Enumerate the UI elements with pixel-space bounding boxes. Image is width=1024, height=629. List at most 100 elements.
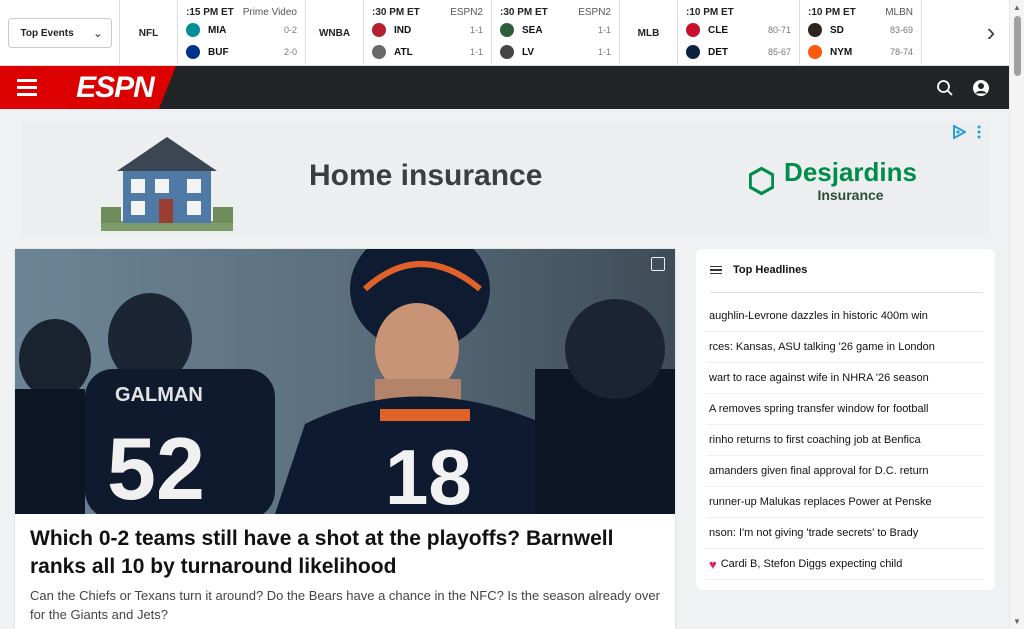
back-name-text: GALMAN: [115, 384, 203, 406]
team-logo-icon: [500, 23, 514, 37]
team-abbr: MIA: [208, 24, 227, 36]
chevron-down-icon: ⌄: [93, 27, 103, 40]
ad-choices[interactable]: [952, 125, 982, 139]
jersey-number-text: 18: [385, 433, 472, 514]
events-filter: Top Events ⌄: [0, 0, 120, 66]
top-events-label: Top Events: [20, 27, 74, 39]
scoreboard-strip: Top Events ⌄ NFL :15 PM ET Prime Video MI…: [0, 0, 1009, 66]
game-card[interactable]: :30 PM ET ESPN2 SEA 1-1 LV 1-1: [492, 0, 620, 66]
back-number-text: 52: [107, 419, 205, 514]
league-label: WNBA: [318, 27, 351, 39]
user-icon: [973, 79, 989, 96]
league-mlb[interactable]: MLB: [620, 0, 678, 66]
hero-description: Can the Chiefs or Texans turn it around?…: [30, 588, 660, 622]
logo-text: ESPN: [76, 70, 155, 104]
game-network: ESPN2: [578, 6, 611, 18]
house-illustration: [101, 137, 233, 231]
hero-photo: GALMAN 52 18: [15, 249, 675, 514]
headline-item[interactable]: wart to race against wife in NHRA '26 se…: [706, 363, 984, 394]
scroll-up-icon[interactable]: ▲: [1013, 3, 1021, 12]
headline-item[interactable]: A removes spring transfer window for foo…: [706, 394, 984, 425]
team-record: 78-74: [889, 47, 913, 57]
ad-brand: Desjardins Insurance: [749, 151, 917, 211]
game-network: MLBN: [885, 6, 913, 18]
chevron-right-icon: ›: [986, 17, 996, 47]
headline-item[interactable]: rinho returns to first coaching job at B…: [706, 425, 984, 456]
scrollbar-thumb[interactable]: [1014, 16, 1021, 76]
game-time: :15 PM ET: [186, 6, 234, 18]
headline-text: runner-up Malukas replaces Power at Pens…: [709, 496, 932, 508]
headline-item[interactable]: ♥ Cardi B, Stefon Diggs expecting child: [706, 549, 984, 580]
ad-brand-sub: Insurance: [817, 187, 884, 203]
ad-banner[interactable]: Home insurance Desjardins Insurance: [21, 121, 990, 238]
headline-text: aughlin-Levrone dazzles in historic 400m…: [709, 310, 928, 322]
profile-button[interactable]: [963, 66, 999, 109]
team-abbr: SEA: [522, 24, 543, 36]
team-abbr: DET: [708, 46, 728, 58]
top-events-dropdown[interactable]: Top Events ⌄: [7, 18, 112, 48]
game-card[interactable]: :10 PM ET MLBN SD 83-69 NYM 78-74: [800, 0, 922, 66]
headline-item[interactable]: runner-up Malukas replaces Power at Pens…: [706, 487, 984, 518]
team-logo-icon: [186, 45, 200, 59]
game-time: :10 PM ET: [808, 6, 856, 18]
scroll-down-icon[interactable]: ▼: [1013, 617, 1021, 626]
team-logo-icon: [686, 23, 700, 37]
team-abbr: ATL: [394, 46, 413, 58]
headline-text: rces: Kansas, ASU talking '26 game in Lo…: [709, 341, 935, 353]
ad-brand-name: Desjardins: [784, 157, 917, 187]
hero-title[interactable]: Which 0-2 teams still have a shot at the…: [30, 525, 650, 581]
espn-logo[interactable]: ESPN: [54, 66, 176, 109]
page-scrollbar[interactable]: ▲ ▼: [1009, 0, 1024, 629]
headline-item[interactable]: rces: Kansas, ASU talking '26 game in Lo…: [706, 332, 984, 363]
hero-story[interactable]: GALMAN 52 18 Which 0-2 teams still have …: [15, 249, 675, 629]
team-abbr: CLE: [708, 24, 728, 36]
headline-item[interactable]: nson: I'm not giving 'trade secrets' to …: [706, 518, 984, 549]
game-network: ESPN2: [450, 6, 483, 18]
headline-text: A removes spring transfer window for foo…: [709, 403, 929, 415]
game-network: Prime Video: [242, 6, 297, 18]
headline-item[interactable]: aughlin-Levrone dazzles in historic 400m…: [706, 301, 984, 332]
team-abbr: NYM: [830, 46, 853, 58]
team-record: 83-69: [889, 25, 913, 35]
team-record: 1-1: [597, 47, 611, 57]
headline-item[interactable]: amanders given final approval for D.C. r…: [706, 456, 984, 487]
ad-headline: Home insurance: [309, 159, 543, 192]
team-logo-icon: [186, 23, 200, 37]
team-abbr: SD: [830, 24, 844, 36]
game-card[interactable]: :15 PM ET Prime Video MIA 0-2 BUF 2-0: [178, 0, 306, 66]
adchoices-icon: [953, 125, 966, 139]
team-record: 1-1: [469, 47, 483, 57]
team-logo-icon: [372, 45, 386, 59]
list-icon: [710, 265, 722, 275]
team-logo-icon: [372, 23, 386, 37]
league-label: NFL: [138, 27, 159, 39]
team-abbr: BUF: [208, 46, 229, 58]
more-options-icon: [977, 125, 981, 139]
team-logo-icon: [808, 23, 822, 37]
search-button[interactable]: [927, 66, 963, 109]
team-logo-icon: [500, 45, 514, 59]
team-record: 80-71: [767, 25, 791, 35]
team-abbr: LV: [522, 46, 535, 58]
headline-text: Cardi B, Stefon Diggs expecting child: [720, 558, 903, 570]
top-headlines-header: Top Headlines: [710, 264, 807, 276]
headlines-list: aughlin-Levrone dazzles in historic 400m…: [706, 301, 984, 580]
league-nfl[interactable]: NFL: [120, 0, 178, 66]
headline-text: nson: I'm not giving 'trade secrets' to …: [709, 527, 919, 539]
scoreboard-next-button[interactable]: ›: [973, 18, 1009, 46]
team-record: 85-67: [767, 47, 791, 57]
image-expand-icon[interactable]: [651, 257, 665, 271]
league-wnba[interactable]: WNBA: [306, 0, 364, 66]
game-card[interactable]: :30 PM ET ESPN2 IND 1-1 ATL 1-1: [364, 0, 492, 66]
game-time: :30 PM ET: [500, 6, 548, 18]
menu-button[interactable]: [0, 66, 54, 109]
top-headlines-title: Top Headlines: [733, 264, 808, 276]
game-card[interactable]: :10 PM ET CLE 80-71 DET 85-67: [678, 0, 800, 66]
hero-image[interactable]: GALMAN 52 18: [15, 249, 675, 514]
game-time: :10 PM ET: [686, 6, 734, 18]
team-record: 0-2: [283, 25, 297, 35]
search-icon: [937, 79, 953, 96]
team-logo-icon: [686, 45, 700, 59]
heart-icon: ♥: [709, 556, 717, 572]
headline-text: amanders given final approval for D.C. r…: [709, 465, 929, 477]
